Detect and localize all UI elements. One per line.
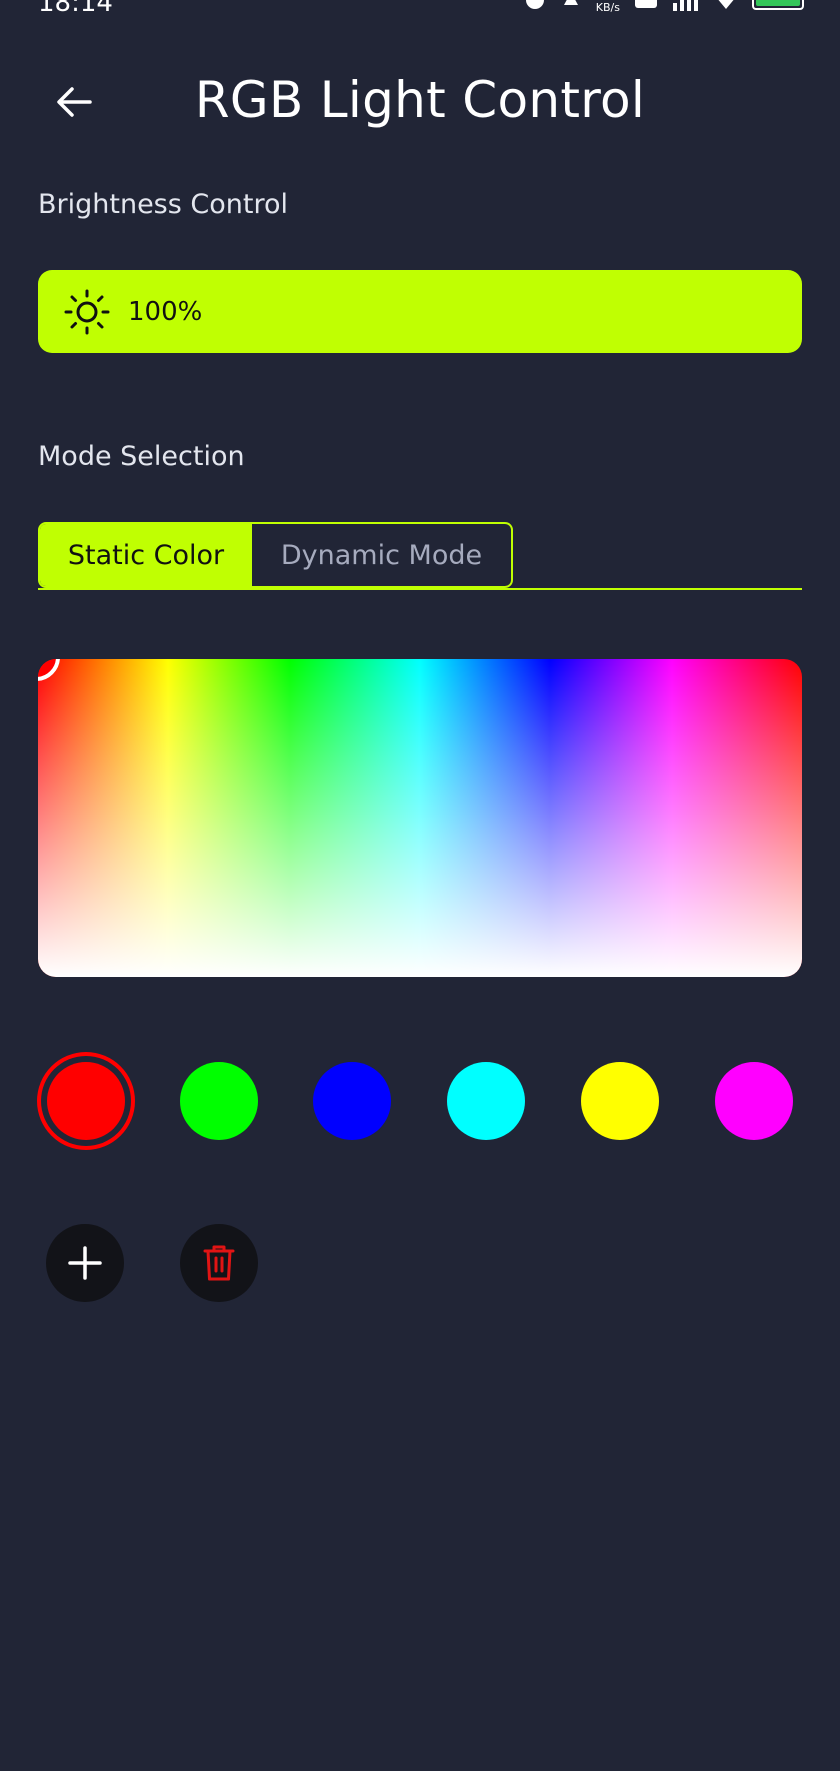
status-bar: 18:14 KB/s bbox=[0, 0, 840, 14]
battery-icon bbox=[752, 0, 804, 10]
mode-section-label: Mode Selection bbox=[38, 441, 245, 472]
hd-icon bbox=[635, 0, 657, 8]
alarm-icon bbox=[525, 0, 544, 9]
swatch-red[interactable] bbox=[47, 1062, 125, 1140]
page-title: RGB Light Control bbox=[194, 71, 646, 129]
network-speed-unit: KB/s bbox=[595, 0, 620, 14]
trash-icon bbox=[203, 1245, 235, 1281]
swatch-yellow[interactable] bbox=[581, 1062, 659, 1140]
tab-static-color[interactable]: Static Color bbox=[40, 524, 252, 586]
brightness-slider[interactable]: 100% bbox=[38, 270, 802, 353]
sun-icon bbox=[64, 289, 110, 335]
swatch-green[interactable] bbox=[180, 1062, 258, 1140]
swatch-blue[interactable] bbox=[313, 1062, 391, 1140]
swatch-magenta[interactable] bbox=[715, 1062, 793, 1140]
mute-icon bbox=[563, 0, 578, 5]
status-icons: KB/s bbox=[524, 0, 804, 14]
signal-icon bbox=[673, 0, 698, 11]
battery-level bbox=[756, 0, 800, 6]
mode-tabs: Static Color Dynamic Mode bbox=[38, 522, 802, 590]
brightness-value: 100% bbox=[128, 296, 203, 327]
brightness-section-label: Brightness Control bbox=[38, 189, 289, 220]
swatch-cyan[interactable] bbox=[447, 1062, 525, 1140]
color-picker[interactable] bbox=[38, 659, 802, 977]
plus-icon bbox=[68, 1246, 102, 1280]
color-picker-saturation-overlay bbox=[38, 659, 802, 977]
mode-tab-group: Static Color Dynamic Mode bbox=[38, 522, 513, 588]
status-time: 18:14 bbox=[38, 0, 113, 14]
add-color-button[interactable] bbox=[46, 1224, 124, 1302]
wifi-icon bbox=[718, 0, 734, 9]
delete-color-button[interactable] bbox=[180, 1224, 258, 1302]
tab-dynamic-mode[interactable]: Dynamic Mode bbox=[252, 524, 511, 586]
